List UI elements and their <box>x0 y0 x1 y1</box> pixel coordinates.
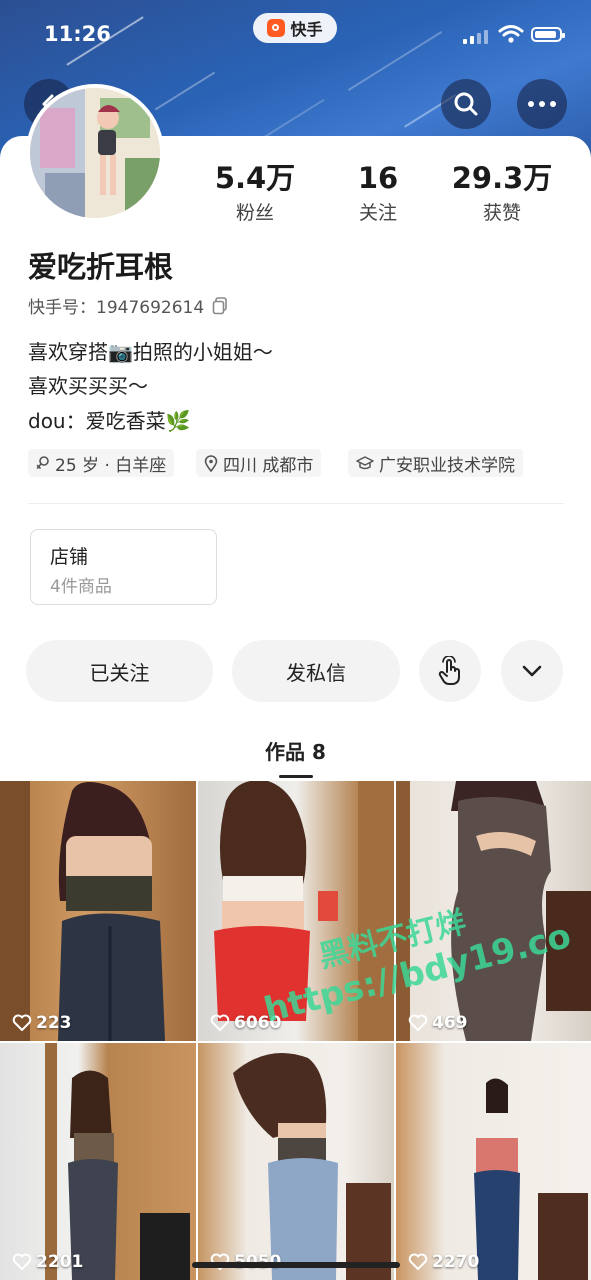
tag-age-label: 25 岁 · 白羊座 <box>55 455 167 476</box>
video-thumb-6[interactable]: 2270 <box>396 1043 591 1280</box>
kuaishou-id-label: 快手号： <box>28 298 96 318</box>
bio-line-3: dou：爱吃香菜🌿 <box>28 409 191 433</box>
likes-label: 获赞 <box>482 202 521 224</box>
section-divider <box>28 503 564 504</box>
bio-line-1: 喜欢穿搭📷拍照的小姐姐～ <box>28 340 273 364</box>
location-pin-icon <box>204 454 218 472</box>
like-count-row: 2270 <box>408 1252 479 1272</box>
tab-works[interactable]: 作品 8 <box>0 736 591 765</box>
search-button[interactable] <box>441 79 491 129</box>
like-count: 469 <box>432 1013 468 1033</box>
following-label: 关注 <box>358 202 397 224</box>
chevron-down-icon <box>522 665 542 677</box>
more-actions-button[interactable] <box>501 640 563 702</box>
kuaishou-id-row: 快手号：1947692614 <box>28 293 228 318</box>
school-icon <box>356 456 374 470</box>
video-thumb-5[interactable]: 5050 <box>198 1043 394 1280</box>
followers-label: 粉丝 <box>235 202 274 224</box>
avatar[interactable] <box>26 84 164 222</box>
stat-following[interactable]: 16 关注 <box>318 160 438 225</box>
kuaishou-logo-icon <box>267 19 286 37</box>
shop-subtitle: 4件商品 <box>50 577 112 597</box>
video-thumb-image <box>233 1053 391 1280</box>
video-thumb-image <box>45 1043 190 1280</box>
wifi-icon <box>498 25 524 43</box>
tag-location: 四川 成都市 <box>196 449 322 477</box>
battery-icon <box>531 27 565 42</box>
following-count: 16 <box>357 161 399 195</box>
status-time: 11:26 <box>44 22 111 46</box>
like-count-row: 223 <box>12 1013 72 1033</box>
like-count: 2270 <box>432 1252 480 1272</box>
followed-button[interactable]: 已关注 <box>26 640 213 702</box>
like-count: 223 <box>36 1013 72 1033</box>
shop-card[interactable]: 店铺 4件商品 <box>30 529 217 605</box>
heart-icon <box>210 1014 230 1031</box>
avatar-illustration <box>30 88 160 218</box>
tag-school: 广安职业技术学院 <box>348 449 523 477</box>
like-count-row: 469 <box>408 1013 468 1033</box>
stat-likes[interactable]: 29.3万 获赞 <box>442 160 562 225</box>
home-indicator <box>192 1262 400 1268</box>
profile-name: 爱吃折耳根 <box>28 250 174 284</box>
heart-icon <box>12 1014 32 1031</box>
heart-icon <box>408 1253 428 1270</box>
touch-hand-icon <box>438 656 460 685</box>
gesture-button[interactable] <box>419 640 481 702</box>
tag-location-label: 四川 成都市 <box>223 455 314 476</box>
message-button[interactable]: 发私信 <box>232 640 400 702</box>
like-count-row: 2201 <box>12 1252 83 1272</box>
copy-icon[interactable] <box>212 296 228 315</box>
like-count: 2201 <box>36 1252 84 1272</box>
likes-count: 29.3万 <box>451 161 553 195</box>
video-thumb-4[interactable]: 2201 <box>0 1043 196 1280</box>
tab-works-indicator <box>279 775 313 778</box>
tag-school-label: 广安职业技术学院 <box>379 455 515 476</box>
video-thumb-image <box>474 1078 588 1280</box>
video-thumb-1[interactable]: 223 <box>0 781 196 1041</box>
search-icon <box>454 92 478 116</box>
more-button[interactable] <box>517 79 567 129</box>
kuaishou-id: 1947692614 <box>96 298 205 318</box>
video-thumb-image <box>0 781 165 1041</box>
heart-icon <box>12 1253 32 1270</box>
app-name: 快手 <box>290 20 323 39</box>
more-icon <box>528 101 556 107</box>
cellular-signal-icon <box>463 28 488 44</box>
followers-count: 5.4万 <box>214 161 296 195</box>
bio-line-2: 喜欢买买买～ <box>28 374 148 398</box>
shop-title: 店铺 <box>50 546 89 568</box>
gender-female-icon <box>36 456 49 469</box>
app-badge: 快手 <box>253 13 337 43</box>
stat-followers[interactable]: 5.4万 粉丝 <box>195 160 315 225</box>
tag-age: 25 岁 · 白羊座 <box>28 449 175 477</box>
heart-icon <box>408 1014 428 1031</box>
